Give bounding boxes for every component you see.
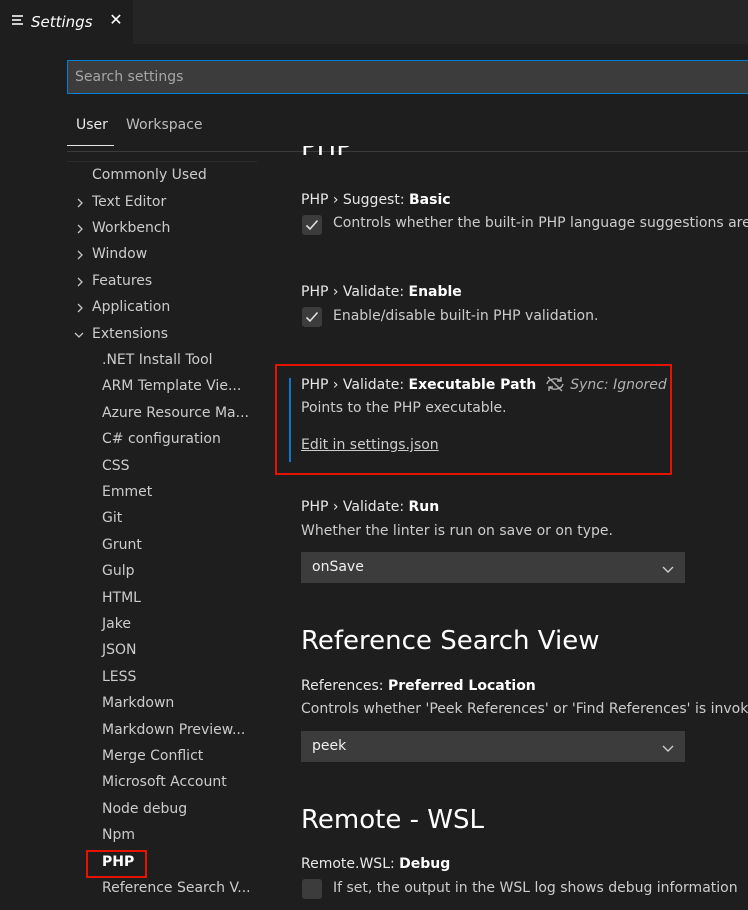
check-icon [305, 311, 319, 323]
setting-desc-suggest-basic: Controls whether the built-in PHP langua… [333, 215, 748, 231]
settings-tab[interactable]: Settings ✕ [0, 0, 133, 44]
highlight-box-executable-path [275, 364, 672, 475]
setting-title-wsl-debug: Remote.WSL: Debug [301, 856, 451, 872]
section-heading-reference-search: Reference Search View [301, 626, 600, 656]
toc-ext-item[interactable]: Markdown Preview... [102, 722, 245, 738]
toc-ext-item[interactable]: Npm [102, 827, 135, 843]
chevron-down-icon[interactable] [74, 330, 84, 340]
checkbox-suggest-basic[interactable] [302, 215, 322, 235]
close-icon[interactable]: ✕ [106, 10, 126, 30]
toc-ext-item[interactable]: Gulp [102, 563, 135, 579]
section-heading-php: PHP [301, 146, 352, 162]
setting-title-suggest-basic: PHP › Suggest: Basic [301, 192, 451, 208]
toc-item-window[interactable]: Window [92, 246, 147, 262]
toc-item-application[interactable]: Application [92, 299, 170, 315]
toc-ext-item[interactable]: Markdown [102, 695, 174, 711]
toc-item-workbench[interactable]: Workbench [92, 220, 170, 236]
tab-workspace[interactable]: Workspace [126, 117, 203, 133]
toc-ext-item[interactable]: Jake [102, 616, 131, 632]
toc-ext-item[interactable]: Node debug [102, 801, 187, 817]
search-input[interactable] [68, 61, 748, 93]
editor-tab-bar: Settings ✕ [0, 0, 748, 44]
toc-ext-item[interactable]: Git [102, 510, 122, 526]
setting-desc-wsl-debug: If set, the output in the WSL log shows … [333, 880, 738, 896]
toc-ext-item[interactable]: Reference Search V... [102, 880, 251, 896]
select-preferred-location[interactable]: peek [301, 731, 685, 762]
toc-ext-item[interactable]: Emmet [102, 484, 152, 500]
setting-title-validate-run: PHP › Validate: Run [301, 499, 440, 515]
toc-ext-item[interactable]: JSON [102, 642, 137, 658]
setting-desc-preferred-location: Controls whether 'Peek References' or 'F… [301, 701, 748, 717]
chevron-right-icon[interactable] [75, 277, 85, 287]
toc-ext-item[interactable]: Merge Conflict [102, 748, 203, 764]
tab-user[interactable]: User [76, 117, 108, 133]
tab-title: Settings [31, 13, 93, 31]
checkbox-validate-enable[interactable] [302, 307, 322, 327]
toc-ext-item[interactable]: LESS [102, 669, 136, 685]
toc-ext-item[interactable]: .NET Install Tool [102, 352, 213, 368]
chevron-right-icon[interactable] [75, 250, 85, 260]
search-box [67, 60, 748, 94]
toc-ext-item[interactable]: ARM Template Vie... [102, 378, 241, 394]
chevron-down-icon [662, 563, 674, 578]
toc-item-extensions[interactable]: Extensions [92, 326, 168, 342]
chevron-right-icon[interactable] [75, 198, 85, 208]
setting-title-validate-enable: PHP › Validate: Enable [301, 284, 462, 300]
check-icon [305, 219, 319, 231]
toc-ext-item[interactable]: Microsoft Account [102, 774, 227, 790]
settings-list-icon [12, 15, 23, 27]
setting-desc-validate-run: Whether the linter is run on save or on … [301, 523, 613, 539]
chevron-right-icon[interactable] [75, 303, 85, 313]
toc-ext-item[interactable]: HTML [102, 590, 141, 606]
chevron-right-icon[interactable] [75, 224, 85, 234]
toc-item-features[interactable]: Features [92, 273, 152, 289]
toc-item-commonly-used[interactable]: Commonly Used [92, 167, 207, 183]
highlight-box-php [86, 850, 147, 878]
toc-ext-item[interactable]: CSS [102, 458, 130, 474]
select-value: peek [312, 738, 347, 754]
toc-ext-item[interactable]: Azure Resource Ma... [102, 405, 249, 421]
setting-title-preferred-location: References: Preferred Location [301, 678, 536, 694]
active-tab-underline [67, 145, 114, 146]
select-validate-run[interactable]: onSave [301, 552, 685, 583]
toc-ext-item[interactable]: Grunt [102, 537, 142, 553]
select-value: onSave [312, 559, 364, 575]
checkbox-wsl-debug[interactable] [302, 879, 322, 899]
toc-ext-item[interactable]: C# configuration [102, 431, 221, 447]
toc-top-border [67, 161, 257, 162]
toc-item-text-editor[interactable]: Text Editor [92, 194, 166, 210]
scope-divider [67, 151, 748, 152]
chevron-down-icon [662, 742, 674, 757]
section-heading-remote-wsl: Remote - WSL [301, 805, 484, 835]
setting-desc-validate-enable: Enable/disable built-in PHP validation. [333, 308, 599, 324]
